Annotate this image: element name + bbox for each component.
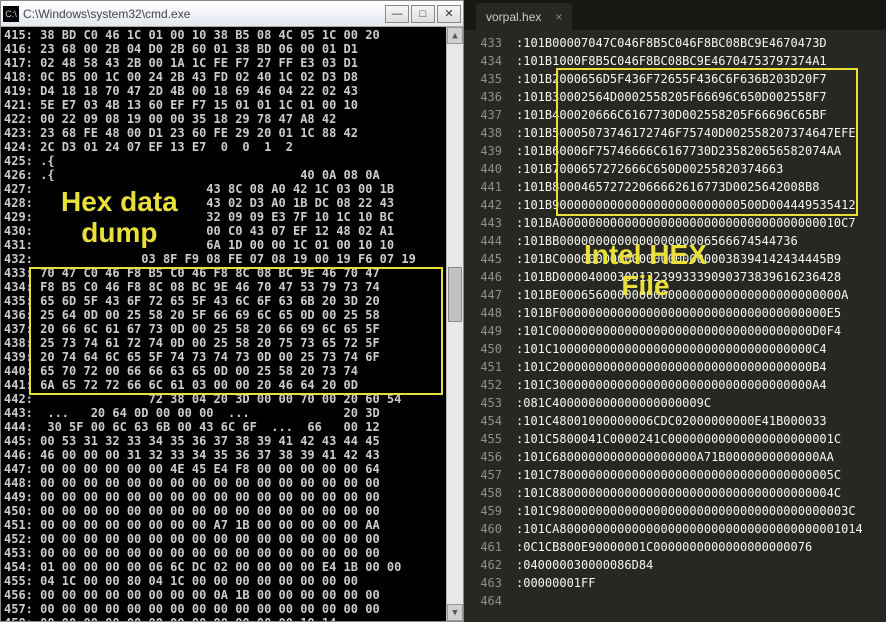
window-title: C:\Windows\system32\cmd.exe <box>23 7 383 21</box>
scroll-thumb[interactable] <box>448 267 462 322</box>
minimize-button[interactable]: — <box>385 5 409 23</box>
editor-pane: vorpal.hex × 433434435436437438439440441… <box>464 0 886 622</box>
editor-body: 4334344354364374384394404414424434444454… <box>464 30 886 622</box>
cmd-window: C:\ C:\Windows\system32\cmd.exe — □ ✕ 41… <box>0 0 464 622</box>
code-area[interactable]: :101B00007047C046F8B5C046F8BC08BC9E46704… <box>510 30 886 622</box>
cmd-icon: C:\ <box>3 6 19 22</box>
cmd-output: 415: 38 BD C0 46 1C 01 00 10 38 B5 08 4C… <box>1 27 446 621</box>
maximize-button[interactable]: □ <box>411 5 435 23</box>
tab-close-icon[interactable]: × <box>555 10 562 24</box>
close-button[interactable]: ✕ <box>437 5 461 23</box>
tab-vorpal-hex[interactable]: vorpal.hex × <box>476 3 572 30</box>
tab-label: vorpal.hex <box>486 10 541 24</box>
line-number-gutter: 4334344354364374384394404414424434444454… <box>464 30 510 622</box>
tab-bar: vorpal.hex × <box>464 0 886 30</box>
scroll-down-icon[interactable]: ▼ <box>447 604 463 621</box>
scroll-up-icon[interactable]: ▲ <box>447 27 463 44</box>
scrollbar[interactable]: ▲ ▼ <box>446 27 463 621</box>
titlebar: C:\ C:\Windows\system32\cmd.exe — □ ✕ <box>1 1 463 27</box>
